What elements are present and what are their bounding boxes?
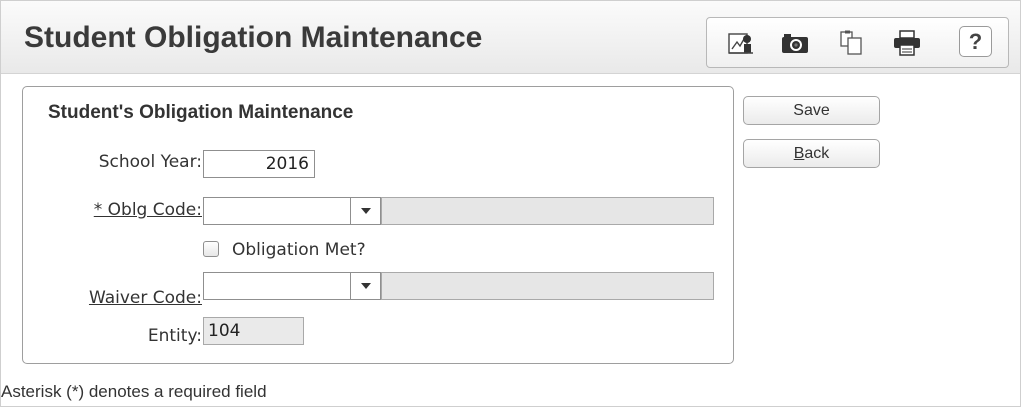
- oblg-code-dropdown-arrow[interactable]: [351, 197, 381, 225]
- school-year-field[interactable]: 2016: [203, 150, 315, 178]
- toolbar: ?: [706, 17, 1009, 68]
- back-button[interactable]: Back: [743, 139, 880, 168]
- obligation-form-panel: Student's Obligation Maintenance School …: [22, 86, 734, 364]
- back-button-label: ack: [804, 144, 830, 162]
- page-title: Student Obligation Maintenance: [24, 21, 483, 54]
- school-year-label: School Year:: [98, 152, 202, 172]
- copy-icon[interactable]: [835, 28, 867, 58]
- oblg-code-select[interactable]: [203, 197, 351, 225]
- entity-label: Entity:: [147, 326, 202, 346]
- chevron-down-icon: [360, 282, 371, 289]
- oblg-code-label[interactable]: * Oblg Code:: [51, 200, 202, 220]
- back-button-mnemonic: B: [793, 144, 805, 162]
- oblg-code-description: [381, 197, 714, 225]
- print-icon[interactable]: [891, 28, 923, 58]
- required-field-note: Asterisk (*) denotes a required field: [1, 382, 267, 401]
- help-icon[interactable]: ?: [959, 26, 992, 57]
- panel-title: Student's Obligation Maintenance: [48, 102, 354, 123]
- chevron-down-icon: [360, 207, 371, 214]
- waiver-code-description: [381, 272, 714, 300]
- camera-icon[interactable]: [779, 28, 811, 58]
- obligation-met-checkbox[interactable]: [203, 241, 219, 257]
- save-button[interactable]: Save: [743, 96, 880, 125]
- obligation-met-label: Obligation Met?: [232, 240, 366, 260]
- waiver-code-label[interactable]: Waiver Code:: [51, 288, 202, 308]
- waiver-code-select[interactable]: [203, 272, 351, 300]
- page-header: Student Obligation Maintenance ?: [1, 1, 1020, 74]
- report-icon[interactable]: [725, 28, 757, 58]
- entity-field: 104: [203, 317, 304, 345]
- waiver-code-dropdown-arrow[interactable]: [351, 272, 381, 300]
